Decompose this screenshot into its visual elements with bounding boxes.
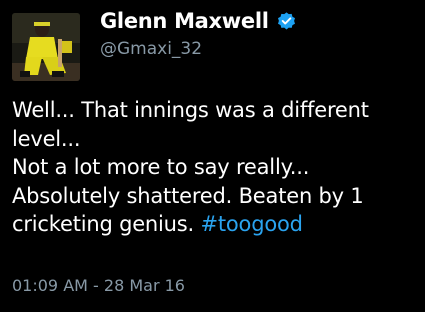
avatar[interactable] bbox=[12, 13, 80, 81]
tweet-card: Glenn Maxwell @Gmaxi_32 Well... That inn… bbox=[0, 0, 425, 312]
tweet-text-line: level... bbox=[12, 126, 81, 151]
author-block: Glenn Maxwell @Gmaxi_32 bbox=[100, 9, 415, 59]
tweet-text-line: cricketing genius. bbox=[12, 212, 201, 236]
verified-badge-icon bbox=[276, 11, 297, 32]
author-handle[interactable]: @Gmaxi_32 bbox=[100, 39, 415, 59]
tweet-timestamp[interactable]: 01:09 AM - 28 Mar 16 bbox=[12, 276, 185, 295]
tweet-text-last-line: cricketing genius. #toogood bbox=[12, 210, 420, 239]
tweet-text: Well... That innings was a different lev… bbox=[12, 96, 420, 239]
hashtag-link[interactable]: #toogood bbox=[200, 212, 302, 236]
tweet-text-line: Absolutely shattered. Beaten by 1 bbox=[12, 183, 364, 208]
author-name[interactable]: Glenn Maxwell bbox=[100, 9, 269, 33]
tweet-text-line: Well... That innings was a different bbox=[12, 98, 369, 122]
tweet-text-line: Not a lot more to say really... bbox=[12, 155, 310, 179]
name-row: Glenn Maxwell bbox=[100, 9, 415, 33]
avatar-image bbox=[12, 13, 80, 81]
